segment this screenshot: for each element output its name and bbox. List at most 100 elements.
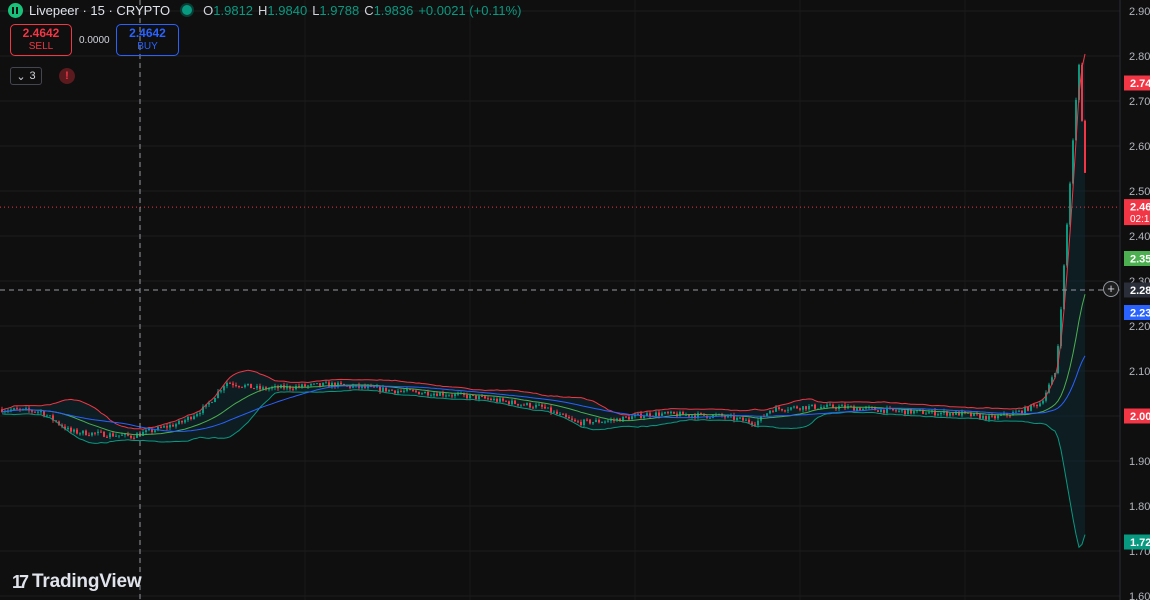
candle-body xyxy=(421,393,423,395)
candle-body xyxy=(106,436,108,438)
price-chart[interactable]: 2.902.802.702.602.502.402.302.202.102.00… xyxy=(0,0,1150,600)
candle-body xyxy=(658,412,660,416)
candle-body xyxy=(262,387,264,390)
candle-body xyxy=(229,382,231,384)
buy-label: BUY xyxy=(137,41,158,52)
candle-body xyxy=(952,413,954,415)
candle-body xyxy=(400,391,402,393)
indicators-toggle-button[interactable]: ⌄ 3 xyxy=(10,67,42,85)
candle-body xyxy=(631,416,633,420)
candle-body xyxy=(604,421,606,423)
candle-body xyxy=(778,407,780,409)
candle-body xyxy=(145,430,147,432)
candle-body xyxy=(73,429,75,432)
candle-body xyxy=(235,385,237,387)
candle-body xyxy=(709,417,711,419)
tradingview-watermark[interactable]: 17 TradingView xyxy=(12,571,142,593)
candle-body xyxy=(142,431,144,436)
sell-button[interactable]: 2.4642 SELL xyxy=(10,24,72,56)
candle-body xyxy=(103,431,105,437)
high-label: H xyxy=(258,2,268,18)
candle-body xyxy=(13,408,15,410)
add-alert-plus-icon[interactable]: + xyxy=(1103,281,1119,297)
candle-body xyxy=(991,415,993,417)
candle-body xyxy=(388,389,390,392)
candle-body xyxy=(226,382,228,387)
candle-body xyxy=(31,410,33,412)
candle-body xyxy=(424,391,426,394)
candle-body xyxy=(133,437,135,439)
candle-body xyxy=(940,412,942,415)
candle-body xyxy=(193,416,195,420)
y-tick-label: 2.90 xyxy=(1129,6,1150,18)
candle-body xyxy=(385,387,387,392)
candle-body xyxy=(214,397,216,403)
candle-body xyxy=(565,414,567,417)
candle-body xyxy=(238,386,240,388)
candle-body xyxy=(757,420,759,426)
candle-body xyxy=(1039,403,1041,407)
candle-body xyxy=(541,404,543,407)
candle-body xyxy=(1018,410,1020,412)
band-fill xyxy=(2,54,1085,548)
y-tick-label: 2.60 xyxy=(1129,141,1150,153)
candle-body xyxy=(592,422,594,424)
candle-body xyxy=(427,391,429,396)
candle-body xyxy=(403,390,405,392)
candle-body xyxy=(322,382,324,386)
indicator-lines xyxy=(1,53,1086,549)
candle-body xyxy=(433,393,435,396)
candle-body xyxy=(883,409,885,413)
warning-icon[interactable]: ! xyxy=(59,68,75,84)
low-label: L xyxy=(312,2,320,18)
candle-body xyxy=(925,413,927,415)
open-value: 1.9812 xyxy=(213,2,254,18)
candle-body xyxy=(232,383,234,386)
chart-grid xyxy=(0,0,1120,600)
candle-body xyxy=(313,383,315,385)
candle-body xyxy=(571,418,573,420)
candle-body xyxy=(1015,411,1017,413)
candle-body xyxy=(76,429,78,434)
candle-body xyxy=(880,409,882,413)
candle-body xyxy=(826,404,828,407)
candle-body xyxy=(1024,407,1026,414)
candle-body xyxy=(787,409,789,411)
y-tick-label: 2.80 xyxy=(1129,51,1150,63)
candle-body xyxy=(625,416,627,418)
candle-body xyxy=(304,384,306,387)
candle-body xyxy=(292,388,294,390)
tradingview-logo-icon: 17 xyxy=(12,571,29,592)
candle-body xyxy=(649,413,651,417)
candle-body xyxy=(442,392,444,396)
moving-average-line xyxy=(1,355,1086,432)
candle-body xyxy=(172,425,174,427)
y-tick-label: 2.70 xyxy=(1129,96,1150,108)
candle-body xyxy=(901,410,903,412)
market-status-icon[interactable] xyxy=(182,5,193,15)
candle-body xyxy=(184,420,186,423)
candle-body xyxy=(412,390,414,392)
candle-body xyxy=(169,425,171,428)
candle-body xyxy=(928,412,930,414)
candle-body xyxy=(811,404,813,407)
candle-body xyxy=(505,400,507,402)
candle-body xyxy=(556,411,558,415)
symbol-title[interactable]: Livepeer · 15 · CRYPTO xyxy=(29,3,170,18)
candle-body xyxy=(211,402,213,404)
countdown-label: 02:1 xyxy=(1130,214,1150,225)
buy-button[interactable]: 2.4642 BUY xyxy=(116,24,179,56)
candle-body xyxy=(430,395,432,397)
open-label: O xyxy=(203,2,214,18)
candle-body xyxy=(439,392,441,396)
candle-body xyxy=(949,413,951,416)
candle-body xyxy=(670,411,672,414)
candle-body xyxy=(814,404,816,409)
candle-body xyxy=(310,384,312,386)
symbol-header: Livepeer · 15 · CRYPTO O 1.9812 H 1.9840… xyxy=(8,1,521,19)
candle-body xyxy=(88,435,90,437)
candle-body xyxy=(973,413,975,416)
candle-body xyxy=(70,427,72,432)
candle-body xyxy=(580,421,582,426)
candle-body xyxy=(307,385,309,387)
